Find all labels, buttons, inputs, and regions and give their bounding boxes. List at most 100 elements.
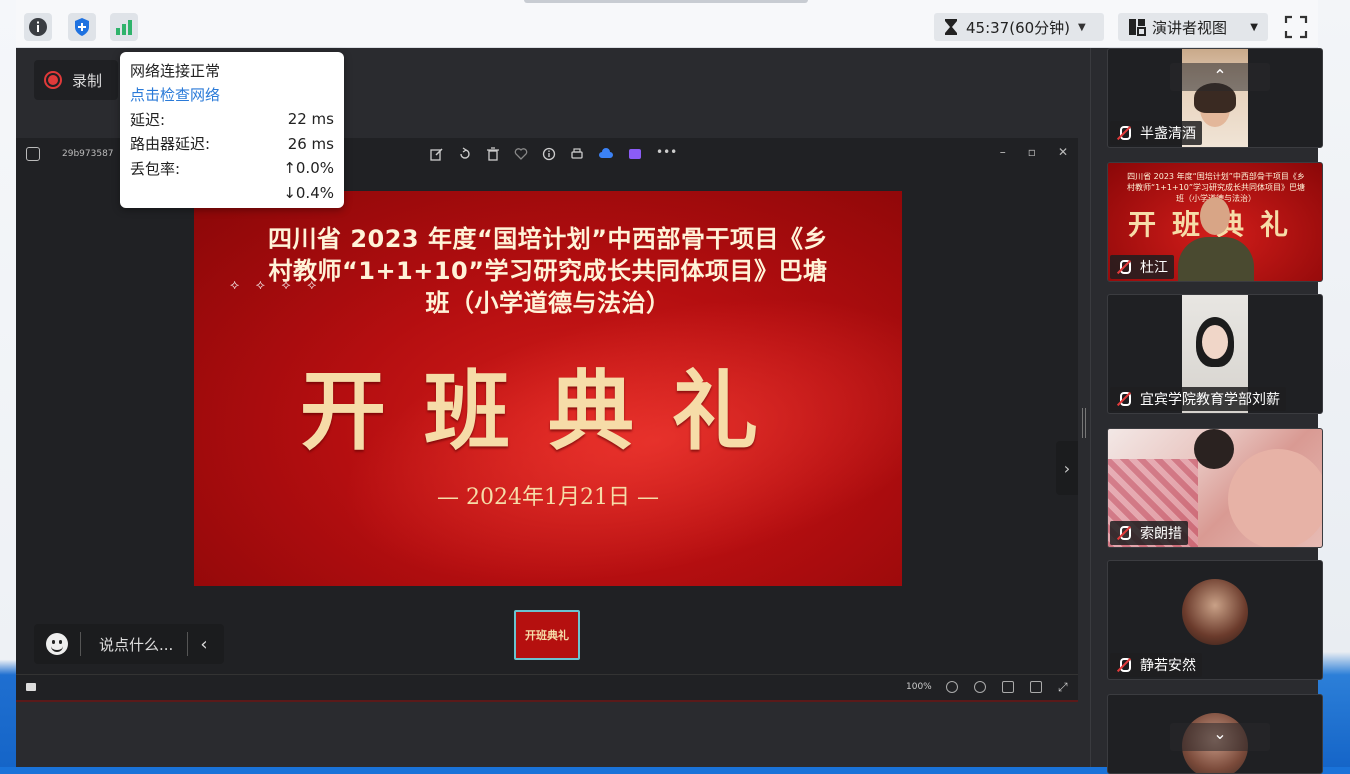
more-icon[interactable]: ••• [656,146,677,161]
participant-name: 宜宾学院教育学部刘薪 [1140,392,1280,408]
check-network-link[interactable]: 点击检查网络 [130,84,220,105]
meeting-window: 45:37(60分钟) ▼ 演讲者视图 ▼ 录制 29b973587 ••• –… [16,0,1323,774]
packet-loss-up: ↑0.0% [283,159,334,178]
chat-input-bar: 说点什么... ‹ [34,624,224,664]
router-latency-label: 路由器延迟: [130,135,211,154]
viewer-app-icon [26,147,40,161]
participant-name: 静若安然 [1140,658,1196,674]
mic-off-icon [1116,391,1132,407]
video-blur [1228,449,1322,547]
minimize-icon[interactable]: – [1000,145,1006,159]
participant-name-badge: 杜江 [1110,255,1174,279]
slide-headline: 开班典礼 [300,361,796,462]
network-status-popover: 网络连接正常 点击检查网络 延迟: 22 ms 路由器延迟: 26 ms 丢包率: ↑… [120,52,344,208]
desktop-left-edge [0,0,16,767]
slide-title-line-1: 四川省 2023 年度“国培计划”中西部骨干项目《乡 [267,225,829,253]
cloud-icon[interactable] [598,147,614,161]
zoom-in-icon[interactable] [974,681,986,693]
mic-off-icon [1116,125,1132,141]
chevron-down-icon[interactable]: ⌄ [1170,723,1270,751]
participant-name: 半盏清酒 [1140,126,1196,142]
signal-icon [116,20,132,35]
chat-input[interactable]: 说点什么... [99,634,173,655]
network-button[interactable] [110,13,138,41]
participant-panel: ⌃ 半盏清酒 四川省 2023 年度“国培计划”中西部骨干项目《乡 村教师“1+1… [1090,48,1323,774]
viewer-file-name: 29b973587 [62,149,114,159]
participant-name-badge: 半盏清酒 [1110,121,1202,145]
hourglass-icon [945,19,957,35]
divider [187,632,189,656]
packet-loss-down: ↓0.4% [283,183,334,202]
participant-tile[interactable]: 四川省 2023 年度“国培计划”中西部骨干项目《乡 村教师“1+1+10”学习研… [1107,162,1323,282]
packet-loss-label: 丢包率: [130,159,181,178]
print-icon[interactable] [570,147,584,161]
participant-tile[interactable]: ⌄ [1107,694,1323,774]
participant-tile[interactable]: 索朗措 [1107,428,1323,548]
presentation-slide: ⟡ ⟡ ⟡ ⟡ 四川省 2023 年度“国培计划”中西部骨干项目《乡 村教师“1… [194,191,902,586]
progress-divider [16,700,1078,702]
slide-title-line-3: 班（小学道德与法治） [425,289,671,317]
zoom-controls: ⤢ [946,681,1070,693]
network-status: 网络连接正常 [130,61,221,80]
slide-title-line-2: 村教师“1+1+10”学习研究成长共同体项目》巴塘 [268,257,828,285]
chevron-left-icon[interactable]: ‹ [200,634,207,655]
zoom-level: 100% [906,682,932,692]
expand-icon[interactable]: ⤢ [1058,681,1070,693]
window-drag-handle[interactable] [524,0,808,3]
favorite-icon[interactable] [514,147,528,161]
latency-value: 22 ms [287,110,334,129]
thumbnail-text: 开班典礼 [525,629,569,642]
participant-hair [1194,429,1234,469]
fullscreen-icon[interactable] [1284,15,1308,39]
participant-tile[interactable]: 宜宾学院教育学部刘薪 [1107,294,1323,414]
viewer-footer: 100% ⤢ [16,674,1078,700]
restore-icon[interactable]: ▫ [1028,145,1036,159]
chevron-down-icon: ▼ [1250,21,1258,33]
emoji-icon[interactable] [46,633,68,655]
slide-title: 四川省 2023 年度“国培计划”中西部骨干项目《乡 村教师“1+1+10”学习… [194,223,902,319]
zoom-out-icon[interactable] [946,681,958,693]
mic-off-icon [1116,657,1132,673]
fit-width-icon[interactable] [1030,681,1042,693]
viewer-window-controls: – ▫ ✕ [1000,145,1068,159]
document-viewer: 29b973587 ••• – ▫ ✕ ⟡ ⟡ ⟡ ⟡ 四川省 2023 年度“… [16,138,1078,700]
participant-face [1200,197,1230,235]
info-button[interactable] [24,13,52,41]
security-button[interactable] [68,13,96,41]
panel-resize-handle[interactable] [1082,408,1086,438]
fit-page-icon[interactable] [1002,681,1014,693]
viewer-tools: ••• [430,146,677,161]
layout-icon [1129,19,1146,36]
close-icon[interactable]: ✕ [1058,145,1068,159]
view-mode-label: 演讲者视图 [1152,18,1228,37]
mic-off-icon [1116,525,1132,541]
participant-tile[interactable]: 静若安然 [1107,560,1323,680]
participant-name: 索朗措 [1140,526,1182,542]
divider [80,632,81,656]
rotate-icon[interactable] [458,147,472,161]
top-toolbar: 45:37(60分钟) ▼ 演讲者视图 ▼ [16,0,1318,48]
participant-name-badge: 静若安然 [1110,653,1202,677]
participant-name: 杜江 [1140,260,1168,276]
record-button[interactable]: 录制 [34,60,118,100]
info-icon[interactable] [542,147,556,161]
participant-name-badge: 索朗措 [1110,521,1188,545]
participant-name-badge: 宜宾学院教育学部刘薪 [1110,387,1286,411]
participant-tile[interactable]: ⌃ 半盏清酒 [1107,48,1323,148]
avatar [1182,579,1248,645]
keyboard-icon[interactable] [26,683,36,691]
shield-icon [75,18,89,36]
chevron-right-icon[interactable]: › [1056,441,1078,495]
meeting-timer[interactable]: 45:37(60分钟) ▼ [934,13,1104,41]
slide-date: — 2024年1月21日 — [437,485,659,510]
slide-thumbnail[interactable]: 开班典礼 [514,610,580,660]
delete-icon[interactable] [486,147,500,161]
latency-label: 延迟: [130,110,166,129]
router-latency-value: 26 ms [287,134,334,153]
view-mode-select[interactable]: 演讲者视图 ▼ [1118,13,1268,41]
info-icon [29,18,47,36]
edit-icon[interactable] [430,147,444,161]
app-icon[interactable] [628,147,642,161]
chevron-up-icon[interactable]: ⌃ [1170,63,1270,91]
record-icon [44,71,62,89]
